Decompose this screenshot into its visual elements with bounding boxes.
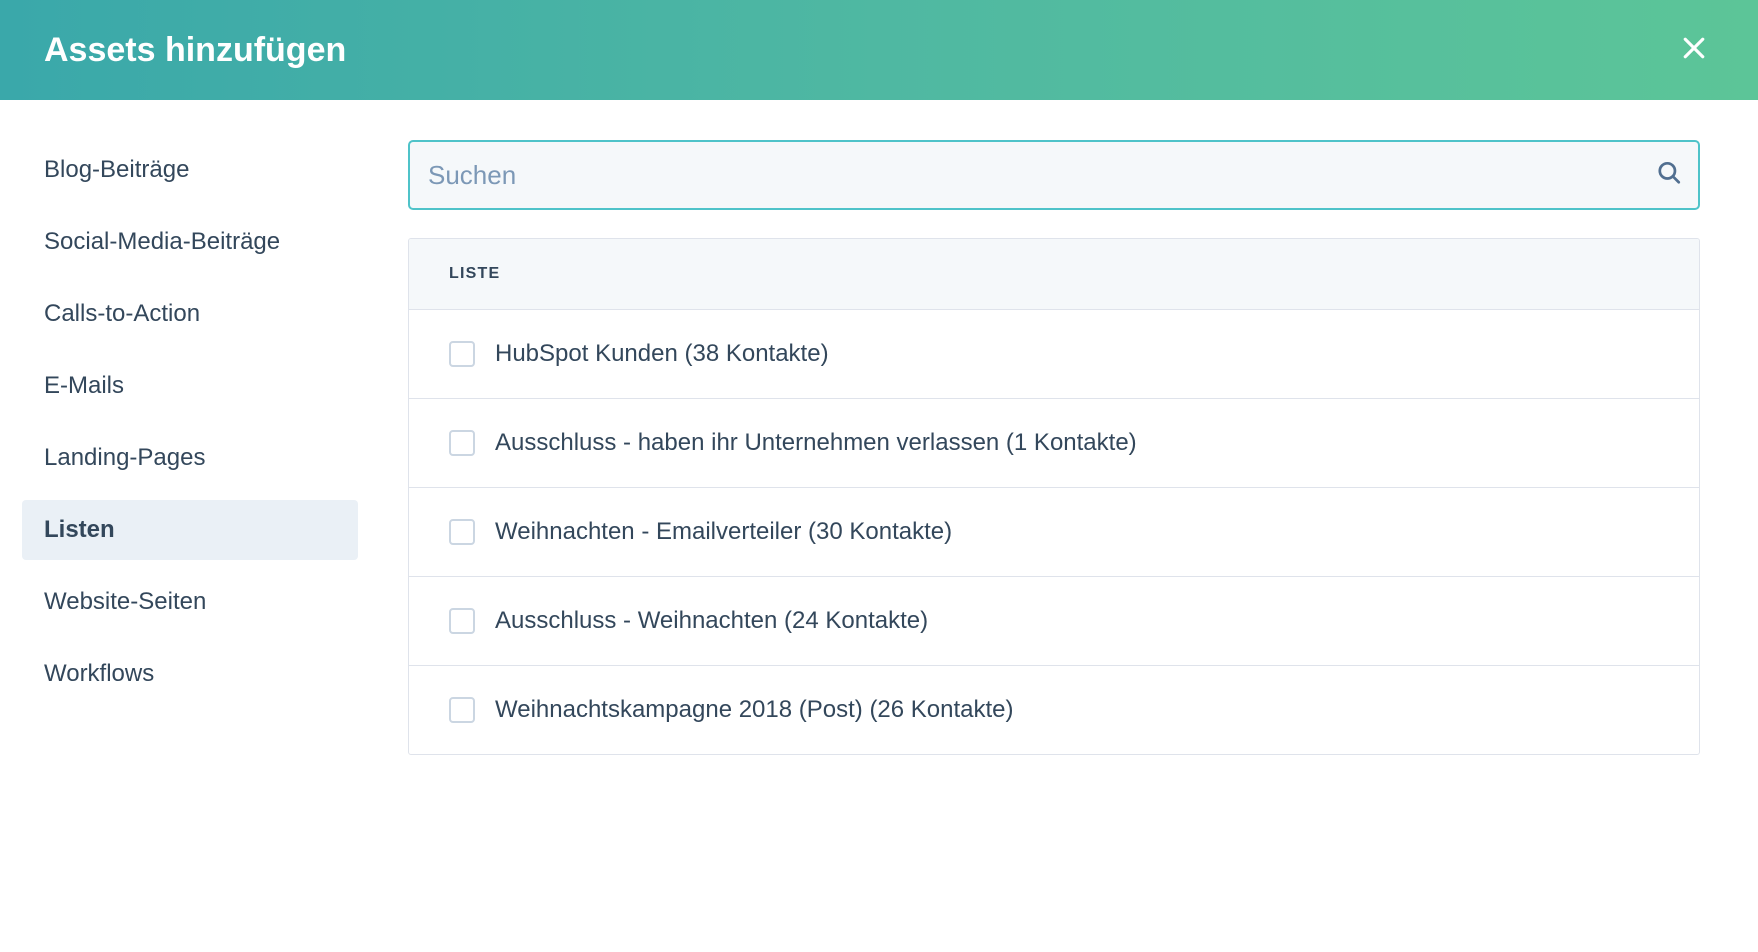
table-row[interactable]: HubSpot Kunden (38 Kontakte): [409, 310, 1699, 399]
table-row[interactable]: Weihnachten - Emailverteiler (30 Kontakt…: [409, 488, 1699, 577]
row-checkbox[interactable]: [449, 341, 475, 367]
table-row[interactable]: Ausschluss - Weihnachten (24 Kontakte): [409, 577, 1699, 666]
main-content: LISTE HubSpot Kunden (38 Kontakte) Aussc…: [380, 140, 1758, 755]
row-label: HubSpot Kunden (38 Kontakte): [495, 340, 829, 368]
close-icon: [1679, 33, 1709, 68]
search-input[interactable]: [408, 140, 1700, 210]
row-label: Weihnachten - Emailverteiler (30 Kontakt…: [495, 518, 952, 546]
sidebar-item-label: Landing-Pages: [44, 444, 205, 471]
row-checkbox[interactable]: [449, 430, 475, 456]
sidebar-item-label: Listen: [44, 516, 115, 543]
table-header: LISTE: [409, 239, 1699, 310]
sidebar-item-label: Workflows: [44, 660, 154, 687]
sidebar: Blog-Beiträge Social-Media-Beiträge Call…: [0, 140, 380, 755]
sidebar-item-label: Calls-to-Action: [44, 300, 200, 327]
table-header-label: LISTE: [449, 265, 500, 282]
row-checkbox[interactable]: [449, 697, 475, 723]
sidebar-item-label: Website-Seiten: [44, 588, 206, 615]
search-wrapper: [408, 140, 1700, 210]
row-checkbox[interactable]: [449, 608, 475, 634]
row-label: Ausschluss - haben ihr Unternehmen verla…: [495, 429, 1137, 457]
list-table: LISTE HubSpot Kunden (38 Kontakte) Aussc…: [408, 238, 1700, 755]
table-row[interactable]: Weihnachtskampagne 2018 (Post) (26 Konta…: [409, 666, 1699, 754]
sidebar-item-cta[interactable]: Calls-to-Action: [22, 284, 358, 344]
sidebar-item-website[interactable]: Website-Seiten: [22, 572, 358, 632]
sidebar-item-social[interactable]: Social-Media-Beiträge: [22, 212, 358, 272]
close-button[interactable]: [1674, 30, 1714, 70]
sidebar-item-workflows[interactable]: Workflows: [22, 644, 358, 704]
modal-header: Assets hinzufügen: [0, 0, 1758, 100]
row-label: Weihnachtskampagne 2018 (Post) (26 Konta…: [495, 696, 1014, 724]
sidebar-item-label: E-Mails: [44, 372, 124, 399]
modal-body: Blog-Beiträge Social-Media-Beiträge Call…: [0, 100, 1758, 755]
sidebar-item-landing[interactable]: Landing-Pages: [22, 428, 358, 488]
row-checkbox[interactable]: [449, 519, 475, 545]
modal-title: Assets hinzufügen: [44, 31, 346, 70]
sidebar-item-blog[interactable]: Blog-Beiträge: [22, 140, 358, 200]
sidebar-item-label: Blog-Beiträge: [44, 156, 189, 183]
sidebar-item-emails[interactable]: E-Mails: [22, 356, 358, 416]
sidebar-item-listen[interactable]: Listen: [22, 500, 358, 560]
table-row[interactable]: Ausschluss - haben ihr Unternehmen verla…: [409, 399, 1699, 488]
sidebar-item-label: Social-Media-Beiträge: [44, 228, 280, 255]
row-label: Ausschluss - Weihnachten (24 Kontakte): [495, 607, 928, 635]
